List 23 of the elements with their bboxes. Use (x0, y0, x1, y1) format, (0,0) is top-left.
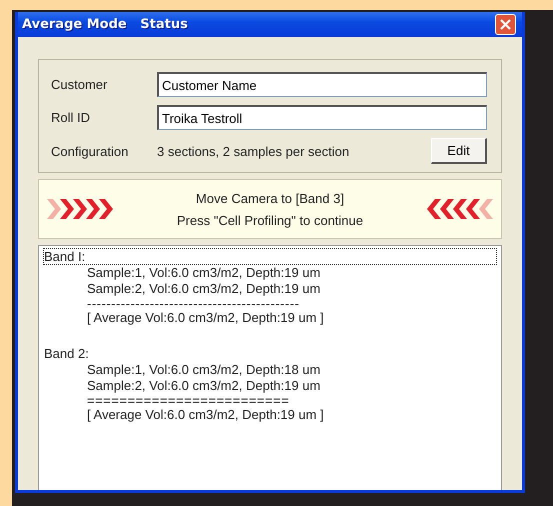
band-heading[interactable]: Band I: (43, 248, 497, 265)
message-text: Move Camera to [Band 3] (196, 190, 344, 206)
configuration-label: Configuration (51, 144, 130, 158)
close-button[interactable] (495, 14, 516, 35)
band-heading[interactable]: Band 2: (43, 345, 497, 362)
configuration-value: 3 sections, 2 samples per section (157, 144, 350, 158)
text-field[interactable]: Troika Testroll (157, 105, 487, 130)
average-line: [ Average Vol:6.0 cm3/m2, Depth:19 um ] (87, 310, 324, 325)
sample-line: Sample:2, Vol:6.0 cm3/m2, Depth:19 um (87, 378, 320, 393)
separator-line: ========================= (87, 393, 290, 408)
close-icon (500, 19, 511, 30)
sample-line: Sample:2, Vol:6.0 cm3/m2, Depth:19 um (87, 281, 320, 296)
sample-line: Sample:1, Vol:6.0 cm3/m2, Depth:18 um (87, 362, 320, 377)
sample-line: Sample:1, Vol:6.0 cm3/m2, Depth:19 um (87, 265, 320, 280)
text-field[interactable]: Customer Name (157, 72, 487, 97)
field-label: Roll ID (51, 110, 92, 125)
field-label: Customer (51, 77, 108, 92)
window-title: Average Mode Status (22, 17, 188, 32)
edit-button[interactable]: Edit (431, 138, 487, 164)
separator-line: -------------------------------------------- (87, 296, 300, 311)
results-list[interactable] (38, 245, 502, 490)
message-text: Press "Cell Profiling" to continue (176, 212, 364, 228)
average-line: [ Average Vol:6.0 cm3/m2, Depth:19 um ] (87, 407, 324, 422)
